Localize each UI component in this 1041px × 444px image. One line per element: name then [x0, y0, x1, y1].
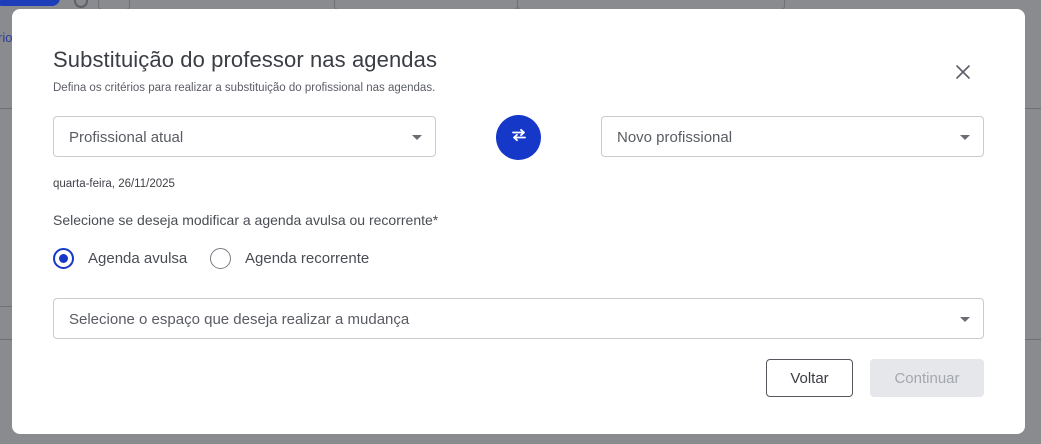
background-divider [1025, 108, 1041, 109]
current-professional-placeholder: Profissional atual [69, 129, 184, 146]
substitution-modal: Substituição do professor nas agendas De… [12, 9, 1025, 434]
chevron-down-icon [960, 317, 970, 322]
schedule-type-question: Selecione se deseja modificar a agenda a… [53, 212, 439, 228]
new-professional-placeholder: Novo profissional [617, 129, 733, 146]
radio-agenda-avulsa[interactable]: Agenda avulsa [53, 247, 187, 269]
modal-title: Substituição do professor nas agendas [53, 47, 438, 72]
back-button[interactable]: Voltar [766, 359, 853, 397]
radio-unselected-icon[interactable] [210, 247, 231, 269]
continue-button[interactable]: Continuar [870, 359, 984, 397]
radio-agenda-recorrente[interactable]: Agenda recorrente [210, 247, 369, 269]
swap-arrows-icon [510, 128, 528, 147]
background-info-icon [74, 0, 88, 8]
chevron-down-icon [960, 135, 970, 140]
close-icon[interactable] [952, 61, 974, 83]
background-active-tab [0, 0, 60, 6]
modal-subtitle: Defina os critérios para realizar a subs… [53, 82, 436, 94]
space-select[interactable]: Selecione o espaço que deseja realizar a… [53, 298, 984, 339]
current-professional-select[interactable]: Profissional atual [53, 116, 436, 157]
space-placeholder: Selecione o espaço que deseja realizar a… [69, 311, 410, 328]
radio-label: Agenda avulsa [88, 249, 188, 267]
background-text: rio [0, 30, 13, 45]
background-divider [0, 339, 12, 340]
swap-professionals-button[interactable] [496, 115, 541, 160]
radio-selected-icon[interactable] [53, 247, 74, 269]
new-professional-select[interactable]: Novo profissional [601, 116, 984, 157]
background-divider [0, 108, 12, 109]
radio-label: Agenda recorrente [245, 249, 370, 267]
background-divider [0, 306, 12, 307]
chevron-down-icon [412, 135, 422, 140]
background-divider [1025, 339, 1041, 340]
schedule-date: quarta-feira, 26/11/2025 [53, 178, 175, 190]
